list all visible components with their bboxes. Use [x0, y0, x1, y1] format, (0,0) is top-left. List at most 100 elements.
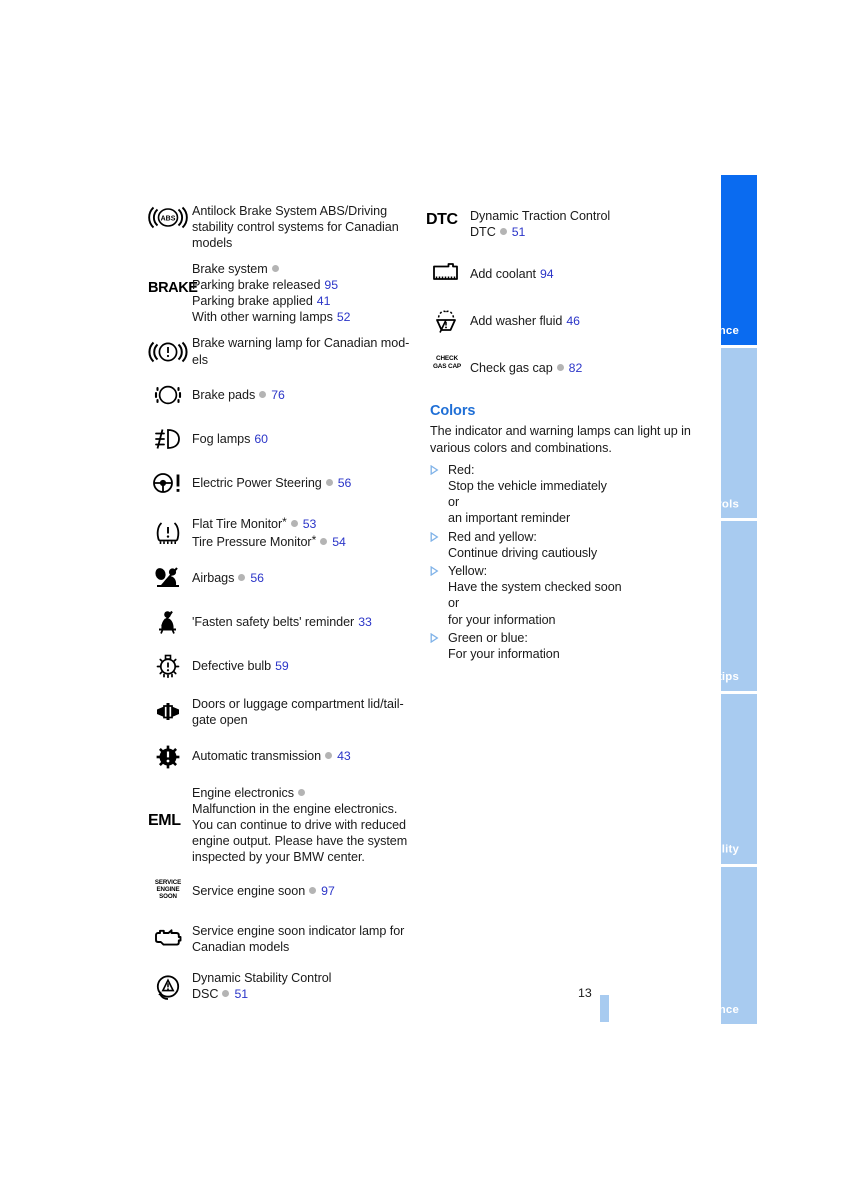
bullet-line: or	[448, 596, 460, 611]
entry-dtc: DTC Dynamic Traction Control DTC 51	[426, 208, 706, 240]
entry-text: Flat Tire Monitor* 53 Tire Pressure Monit…	[192, 514, 420, 550]
bullet-line: Green or blue:	[448, 630, 528, 645]
entry-service-engine-soon: SERVICE ENGINE SOON Service engine soon 97	[148, 878, 420, 905]
entry-line: Electric Power Steering 56	[192, 476, 352, 491]
sidebar-tab-driving-tips[interactable]: Driving tips	[721, 521, 757, 691]
bullet-line: an important reminder	[448, 511, 571, 526]
triangle-bullet-icon	[430, 529, 448, 542]
page-ref[interactable]: 52	[337, 310, 351, 324]
service-engine-soon-text-icon: SERVICE ENGINE SOON	[154, 878, 182, 901]
entry-line: Fog lamps 60	[192, 432, 268, 447]
seat-belt-reminder-icon	[148, 608, 192, 635]
bullet-line: Continue driving cautiously	[448, 545, 598, 560]
entry-text: Engine electronics Malfunction in the en…	[192, 785, 420, 866]
entry-line: gate open	[192, 713, 248, 728]
colors-section: Colors The indicator and warning lamps c…	[430, 403, 706, 662]
entry-text: Brake system Parking brake released 95 Pa…	[192, 261, 420, 326]
page-ref[interactable]: 56	[338, 476, 352, 490]
gray-dot-icon	[259, 391, 267, 399]
entry-check-gas-cap: CHECK GAS CAP Check gas cap 82	[426, 354, 706, 381]
entry-defective-bulb: Defective bulb 59	[148, 652, 420, 679]
page-ref[interactable]: 46	[566, 314, 580, 328]
gray-dot-icon	[499, 228, 507, 236]
entry-line: Airbags 56	[192, 570, 264, 585]
entry-doors-open: Doors or luggage compartment lid/tail- g…	[148, 696, 420, 728]
eml-text-icon: EML	[148, 811, 181, 829]
entry-line: Check gas cap 82	[470, 360, 583, 375]
dtc-text-icon: DTC	[426, 210, 458, 228]
entry-fog-lamps: Fog lamps 60	[148, 426, 420, 453]
check-engine-icon	[148, 925, 192, 952]
entry-text: Service engine soon indicator lamp for C…	[192, 923, 420, 955]
color-bullet-red: Red: Stop the vehicle immediately or an …	[430, 462, 706, 527]
entry-line: els	[192, 352, 208, 367]
color-bullet-yellow: Yellow: Have the system checked soon or …	[430, 563, 706, 628]
gray-dot-icon	[320, 538, 328, 546]
entry-line: Parking brake applied 41	[192, 294, 331, 309]
entry-automatic-transmission: Automatic transmission 43	[148, 743, 420, 770]
entry-line: Dynamic Stability Control	[192, 971, 332, 986]
page-ref[interactable]: 51	[234, 987, 248, 1001]
gray-dot-icon	[271, 264, 279, 272]
sidebar-tab-mobility[interactable]: Mobility	[721, 694, 757, 864]
page-ref[interactable]: 56	[250, 571, 264, 585]
gray-dot-icon	[325, 479, 333, 487]
entry-text: Automatic transmission 43	[192, 748, 420, 764]
entry-text: Check gas cap 82	[470, 360, 706, 376]
page-ref[interactable]: 41	[317, 294, 331, 308]
entry-line: Flat Tire Monitor* 53	[192, 514, 317, 531]
page-ref[interactable]: 76	[271, 388, 285, 402]
entry-line: engine output. Please have the system	[192, 834, 408, 849]
entry-line: Automatic transmission 43	[192, 749, 351, 764]
entry-text: Airbags 56	[192, 570, 420, 586]
entry-line: Dynamic Traction Control	[470, 209, 611, 223]
entry-text: Electric Power Steering 56	[192, 475, 420, 491]
entry-add-washer-fluid: Add washer fluid 46	[426, 306, 706, 335]
entry-text: Antilock Brake System ABS/Driving stabil…	[192, 203, 420, 252]
bullet-line: Have the system checked soon	[448, 580, 622, 595]
right-column: DTC Dynamic Traction Control DTC 51 Add …	[426, 208, 706, 664]
airbags-icon	[148, 564, 192, 591]
page-ref[interactable]: 82	[569, 361, 583, 375]
page-ref[interactable]: 51	[512, 225, 526, 239]
brake-warning-lamp-icon	[148, 338, 192, 365]
add-washer-fluid-icon	[426, 306, 470, 335]
gray-dot-icon	[298, 788, 306, 796]
page-ref[interactable]: 60	[254, 432, 268, 446]
intro-line: various colors and combinations.	[430, 440, 612, 455]
entry-airbags: Airbags 56	[148, 564, 420, 591]
entry-line: You can continue to drive with reduced	[192, 818, 406, 833]
page-ref[interactable]: 43	[337, 749, 351, 763]
triangle-bullet-icon	[430, 630, 448, 643]
gray-dot-icon	[222, 990, 230, 998]
page-ref[interactable]: 54	[332, 535, 346, 549]
entry-abs: ABS Antilock Brake System ABS/Driving st…	[148, 203, 420, 252]
page-ref[interactable]: 33	[358, 615, 372, 629]
automatic-transmission-icon	[148, 743, 192, 770]
sidebar-tab-controls[interactable]: Controls	[721, 348, 757, 518]
page-ref[interactable]: 97	[321, 884, 335, 898]
side-tab-strip: At a glance Controls Driving tips Mobili…	[721, 175, 757, 1024]
entry-line: With other warning lamps 52	[192, 310, 351, 325]
entry-line: Parking brake released 95	[192, 277, 338, 292]
sidebar-tab-at-a-glance[interactable]: At a glance	[721, 175, 757, 345]
colors-intro: The indicator and warning lamps can ligh…	[430, 423, 706, 455]
doors-open-icon	[148, 699, 192, 726]
page-ref[interactable]: 53	[303, 517, 317, 531]
entry-text: Dynamic Stability Control DSC 51	[192, 970, 420, 1002]
bullet-line: Red:	[448, 462, 475, 477]
bullet-text: Yellow: Have the system checked soon or …	[448, 563, 706, 628]
sidebar-tab-label: Driving tips	[721, 671, 739, 683]
tire-monitor-icon	[148, 519, 192, 546]
entry-line: Canadian models	[192, 939, 290, 954]
entry-line: DTC 51	[470, 225, 526, 240]
entry-text: Dynamic Traction Control DTC 51	[470, 208, 706, 240]
page-ref[interactable]: 95	[324, 278, 338, 292]
bullet-text: Green or blue: For your information	[448, 630, 706, 662]
page-ref[interactable]: 94	[540, 267, 554, 281]
abs-warning-icon: ABS	[148, 203, 192, 231]
sidebar-tab-reference[interactable]: Reference	[721, 867, 757, 1024]
entry-line: Service engine soon indicator lamp for	[192, 923, 405, 938]
page-ref[interactable]: 59	[275, 659, 289, 673]
entry-line: Service engine soon 97	[192, 884, 335, 899]
